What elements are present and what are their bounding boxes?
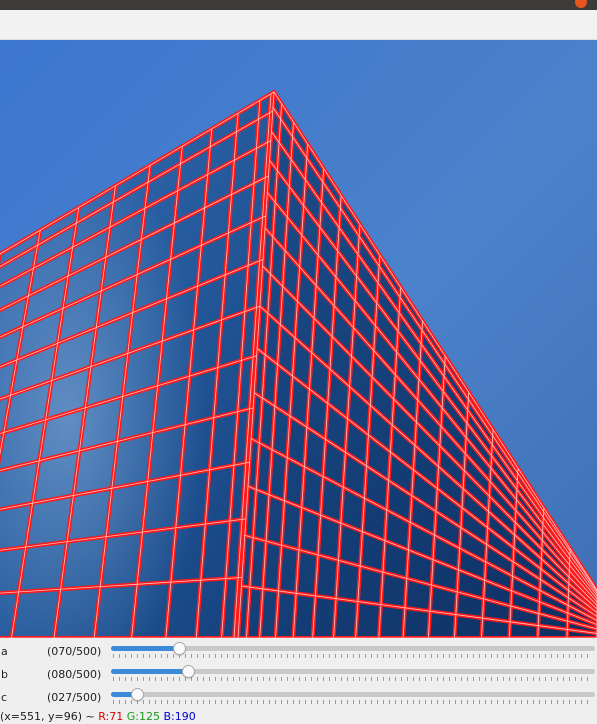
trackbar-value: (070/500) bbox=[47, 645, 102, 658]
pixel-blue-value: B:190 bbox=[163, 710, 196, 723]
pixel-red-value: R:71 bbox=[98, 710, 124, 723]
slider-track[interactable] bbox=[111, 692, 595, 697]
trackbar-b: b (080/500) bbox=[0, 663, 597, 686]
trackbar-panel: a (070/500) b (080/500) c (027/500) bbox=[0, 638, 597, 710]
slider-ticks bbox=[113, 700, 593, 704]
trackbar-value: (080/500) bbox=[47, 668, 102, 681]
pixel-green-value: G:125 bbox=[126, 710, 160, 723]
trackbar-a: a (070/500) bbox=[0, 640, 597, 663]
image-display[interactable] bbox=[0, 40, 597, 638]
trackbar-c: c (027/500) bbox=[0, 686, 597, 709]
window-titlebar bbox=[0, 0, 597, 10]
slider-fill bbox=[111, 646, 179, 651]
slider-handle[interactable] bbox=[172, 642, 186, 655]
cursor-coordinates: (x=551, y=96) ~ bbox=[0, 710, 95, 723]
edge-detected-building-image bbox=[0, 40, 597, 638]
trackbar-label: a bbox=[1, 645, 8, 658]
trackbar-label: c bbox=[1, 691, 8, 704]
slider-fill bbox=[111, 669, 189, 674]
trackbar-value: (027/500) bbox=[47, 691, 102, 704]
slider-ticks bbox=[113, 654, 593, 658]
trackbar-label: b bbox=[1, 668, 8, 681]
window-toolbar bbox=[0, 10, 597, 40]
close-window-icon[interactable] bbox=[575, 0, 587, 8]
slider-ticks bbox=[113, 677, 593, 681]
status-bar: (x=551, y=96) ~ R:71 G:125 B:190 bbox=[0, 710, 597, 724]
